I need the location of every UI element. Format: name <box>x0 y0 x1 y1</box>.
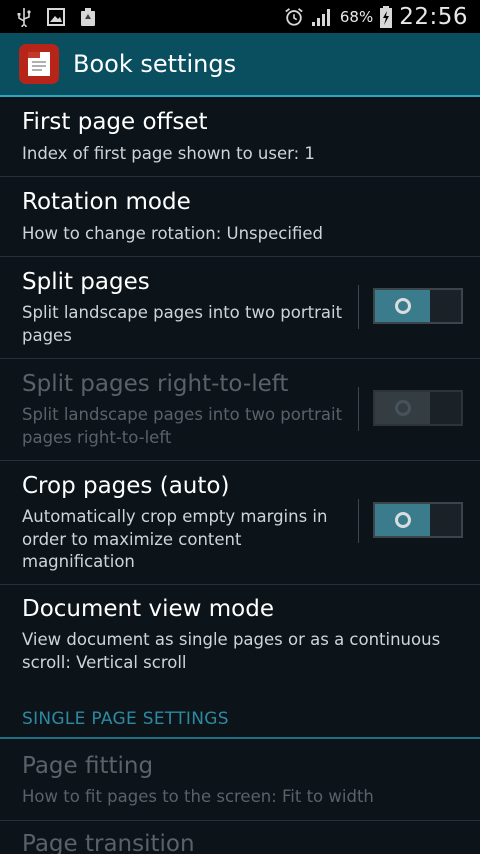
setting-summary: How to fit pages to the screen: Fit to w… <box>22 787 374 806</box>
screen: 68% 22:56 Book settings First page offse… <box>0 0 480 854</box>
setting-summary: Split landscape pages into two portrait … <box>22 303 343 345</box>
alarm-icon <box>284 7 304 27</box>
toggle-thumb <box>375 504 430 536</box>
page-title: Book settings <box>73 50 237 78</box>
divider <box>358 285 359 329</box>
status-bar: 68% 22:56 <box>0 0 480 33</box>
setting-title: Page transition <box>22 831 195 854</box>
setting-split-pages-rtl: Split pages right-to-left Split landscap… <box>0 359 480 461</box>
setting-first-page-offset[interactable]: First page offset Index of first page sh… <box>0 97 480 177</box>
setting-summary: Index of first page shown to user: 1 <box>22 144 315 163</box>
setting-title: Rotation mode <box>22 189 191 215</box>
setting-summary: How to change rotation: Unspecified <box>22 224 323 243</box>
split-pages-rtl-toggle <box>373 390 463 426</box>
setting-page-fitting: Page fitting How to fit pages to the scr… <box>0 739 480 821</box>
usb-icon <box>14 7 34 27</box>
setting-title: First page offset <box>22 109 208 135</box>
setting-split-pages[interactable]: Split pages Split landscape pages into t… <box>0 257 480 359</box>
setting-summary: Split landscape pages into two portrait … <box>22 405 343 447</box>
section-header-label: SINGLE PAGE SETTINGS <box>22 709 229 729</box>
setting-title: Split pages <box>22 269 150 295</box>
recycle-icon <box>78 7 98 27</box>
battery-charging-icon <box>379 5 393 28</box>
toggle-ring-icon <box>394 298 411 314</box>
clock: 22:56 <box>399 3 468 30</box>
image-icon <box>46 7 66 27</box>
setting-title: Page fitting <box>22 753 154 779</box>
action-bar: Book settings <box>0 33 480 97</box>
toggle-ring-icon <box>394 512 411 528</box>
setting-summary: View document as single pages or as a co… <box>22 630 441 672</box>
crop-pages-toggle[interactable] <box>373 502 463 538</box>
toggle-thumb <box>375 290 430 322</box>
pdf-reader-app-icon[interactable] <box>19 44 59 84</box>
setting-rotation-mode[interactable]: Rotation mode How to change rotation: Un… <box>0 177 480 257</box>
toggle-thumb <box>375 392 430 424</box>
setting-title: Document view mode <box>22 596 274 622</box>
section-header-single-page: SINGLE PAGE SETTINGS <box>0 699 480 739</box>
toggle-ring-icon <box>394 400 411 416</box>
setting-summary: Automatically crop empty margins in orde… <box>22 507 328 571</box>
setting-crop-pages[interactable]: Crop pages (auto) Automatically crop emp… <box>0 461 480 585</box>
setting-title: Crop pages (auto) <box>22 473 230 499</box>
divider <box>358 499 359 543</box>
setting-title: Split pages right-to-left <box>22 371 289 397</box>
setting-page-transition: Page transition <box>0 821 480 854</box>
divider <box>358 387 359 431</box>
signal-icon <box>310 7 334 27</box>
battery-percent: 68% <box>339 7 374 26</box>
setting-document-view-mode[interactable]: Document view mode View document as sing… <box>0 585 480 689</box>
split-pages-toggle[interactable] <box>373 288 463 324</box>
